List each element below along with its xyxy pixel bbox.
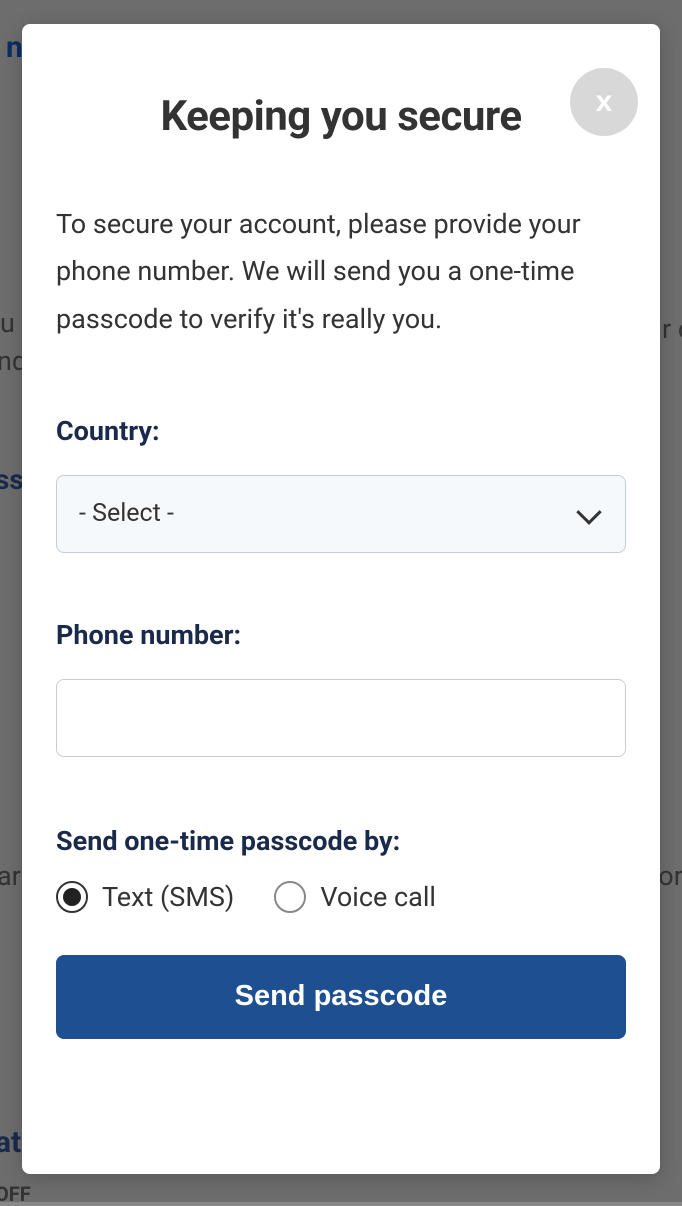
bg-text-fragment: n — [6, 30, 23, 65]
radio-dot-icon — [63, 888, 81, 906]
bg-text-fragment: orr — [658, 860, 682, 892]
bg-text-fragment: ar — [0, 860, 21, 892]
country-select-wrapper: - Select - — [56, 475, 626, 553]
security-modal: x Keeping you secure To secure your acco… — [22, 24, 660, 1174]
bg-text-fragment: ss — [0, 463, 24, 496]
radio-icon — [56, 881, 88, 913]
phone-input[interactable] — [56, 679, 626, 757]
bg-text-fragment: r c — [662, 313, 682, 345]
country-select[interactable]: - Select - — [56, 475, 626, 553]
passcode-method-group: Text (SMS) Voice call — [56, 881, 626, 913]
radio-label-voice: Voice call — [320, 881, 436, 913]
close-button[interactable]: x — [570, 68, 638, 136]
close-icon: x — [596, 85, 613, 119]
bg-text-fragment: at — [0, 1125, 21, 1160]
country-selected-value: - Select - — [79, 499, 174, 528]
radio-icon — [274, 881, 306, 913]
phone-label: Phone number: — [56, 619, 626, 651]
radio-option-voice[interactable]: Voice call — [274, 881, 436, 913]
modal-description: To secure your account, please provide y… — [56, 201, 626, 343]
passcode-method-label: Send one-time passcode by: — [56, 825, 626, 857]
radio-label-sms: Text (SMS) — [102, 881, 234, 913]
radio-option-sms[interactable]: Text (SMS) — [56, 881, 234, 913]
send-passcode-button[interactable]: Send passcode — [56, 955, 626, 1039]
bg-text-fragment: u — [0, 307, 15, 339]
bg-text-fragment: OFF — [0, 1182, 31, 1206]
modal-title: Keeping you secure — [56, 92, 626, 141]
country-label: Country: — [56, 415, 626, 447]
